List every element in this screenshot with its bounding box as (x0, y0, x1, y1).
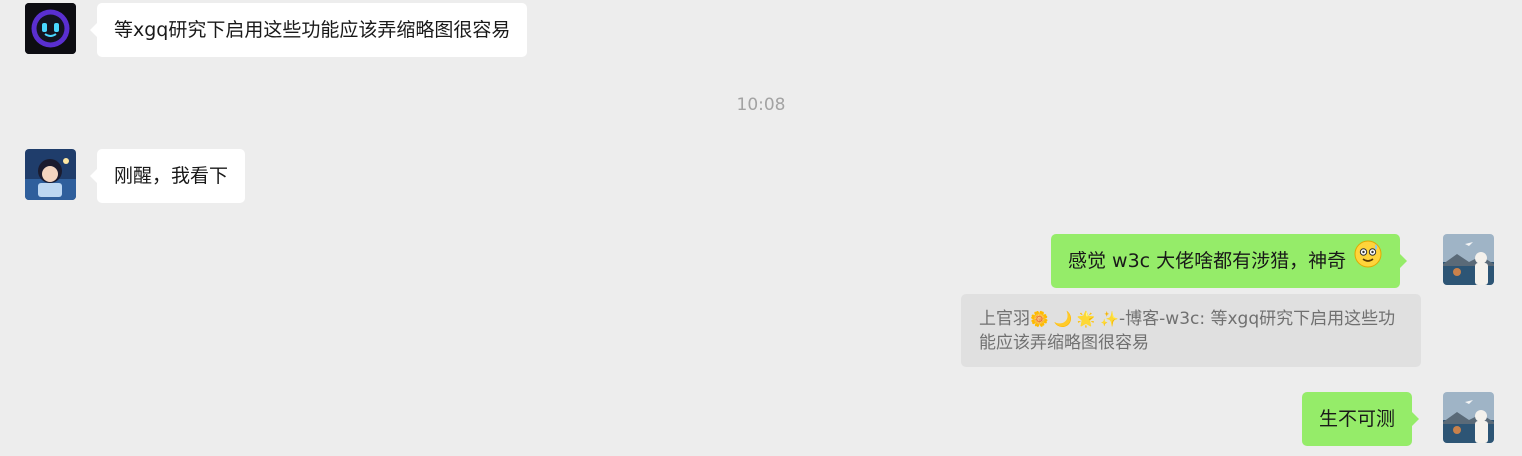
robot-avatar-icon (25, 3, 76, 54)
contact-avatar[interactable] (25, 3, 76, 54)
message-text: 刚醒，我看下 (114, 165, 229, 187)
seaside-photo-avatar-icon (1443, 234, 1494, 285)
my-avatar[interactable] (1443, 234, 1494, 285)
my-avatar[interactable] (1443, 392, 1494, 443)
quote-author: 上官羽 (979, 309, 1030, 329)
message-text: 感觉 w3c 大佬啥都有涉猎，神奇 (1068, 250, 1347, 272)
contact-avatar[interactable] (25, 149, 76, 200)
message-bubble-incoming[interactable]: 刚醒，我看下 (89, 149, 246, 203)
message-bubble-incoming[interactable]: 等xgq研究下启用这些功能应该弄缩略图很容易 (89, 3, 528, 57)
message-bubble-outgoing[interactable]: 感觉 w3c 大佬啥都有涉猎，神奇 (1051, 234, 1408, 289)
anime-girl-avatar-icon (25, 149, 76, 200)
quote-author-emojis: 🌼 🌙 🌟 ✨ (1030, 310, 1120, 328)
message-text: 等xgq研究下启用这些功能应该弄缩略图很容易 (114, 19, 511, 41)
message-bubble-outgoing[interactable]: 生不可测 (1302, 392, 1420, 446)
message-text: 生不可测 (1319, 408, 1396, 430)
quoted-message[interactable]: 上官羽🌼 🌙 🌟 ✨-博客-w3c: 等xgq研究下启用这些功能应该弄缩略图很容… (961, 294, 1421, 367)
grinning-sweat-face-icon (1354, 235, 1382, 289)
seaside-photo-avatar-icon (1443, 392, 1494, 443)
message-timestamp: 10:08 (736, 95, 786, 115)
